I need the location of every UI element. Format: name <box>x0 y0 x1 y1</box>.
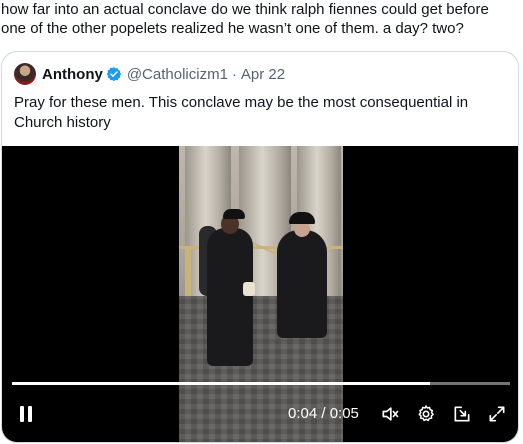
video-progress-fill <box>12 382 431 385</box>
pause-icon[interactable] <box>14 402 38 426</box>
settings-icon[interactable] <box>414 402 438 426</box>
avatar[interactable] <box>14 63 36 85</box>
quoted-post-card[interactable]: Anthony @Catholicizm1 · Apr 22 Pray for … <box>1 51 519 443</box>
mute-icon[interactable] <box>378 402 402 426</box>
post-text: how far into an actual conclave do we th… <box>1 1 489 37</box>
post-date[interactable]: Apr 22 <box>241 66 285 83</box>
video-time: 0:04 / 0:05 <box>288 405 359 422</box>
display-name[interactable]: Anthony <box>42 66 103 83</box>
video-controls: 0:04 / 0:05 <box>2 398 518 430</box>
verified-badge-icon <box>106 67 122 82</box>
video-progress-bar[interactable] <box>12 382 510 385</box>
quoted-post-text: Pray for these men. This conclave may be… <box>14 94 469 131</box>
handle[interactable]: @Catholicizm1 <box>127 66 228 83</box>
download-icon[interactable] <box>450 402 474 426</box>
quoted-post-header: Anthony @Catholicizm1 · Apr 22 <box>14 62 285 86</box>
separator-dot: · <box>231 65 237 83</box>
video-player[interactable]: 0:04 / 0:05 <box>2 146 518 442</box>
fullscreen-icon[interactable] <box>485 402 509 426</box>
